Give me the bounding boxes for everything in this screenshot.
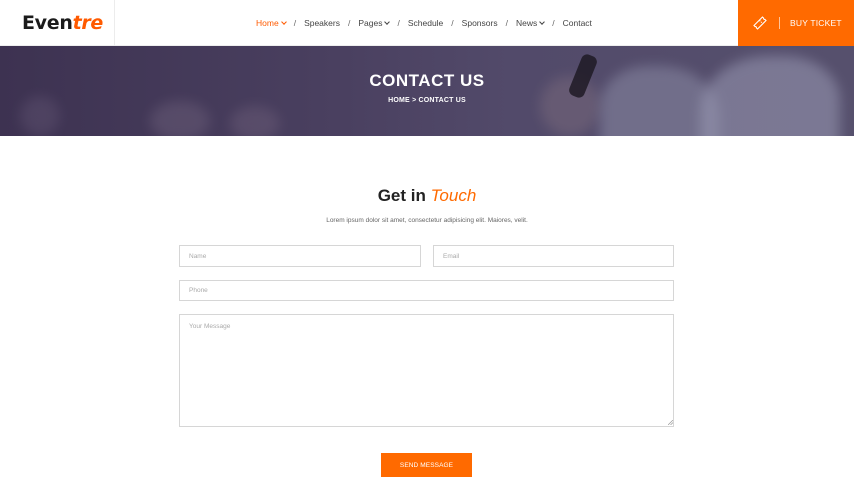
nav-separator: /	[293, 18, 297, 28]
nav-separator: /	[347, 18, 351, 28]
banner-speaker-silhouette	[700, 56, 840, 136]
resize-grip-icon[interactable]	[668, 420, 673, 425]
nav-label: Speakers	[304, 18, 340, 28]
message-field[interactable]	[179, 314, 674, 427]
nav-label: Schedule	[407, 18, 444, 28]
nav-separator: /	[552, 18, 555, 28]
buy-ticket-label: BUY TICKET	[790, 18, 842, 28]
main-nav: Home / Speakers / Pages / Schedule / Spo…	[256, 0, 592, 46]
ticket-icon	[753, 16, 767, 30]
breadcrumb: HOME > CONTACT US	[0, 97, 854, 104]
nav-label: Home	[256, 18, 279, 28]
nav-separator: /	[451, 18, 454, 28]
nav-separator: /	[505, 18, 508, 28]
nav-label: Contact	[562, 18, 592, 28]
logo-accent-text: tre	[72, 12, 104, 34]
banner-bokeh	[150, 101, 210, 136]
nav-item-speakers[interactable]: Speakers	[304, 18, 340, 28]
send-message-button[interactable]: SEND MESSAGE	[381, 453, 472, 477]
section-title-accent: Touch	[430, 186, 477, 205]
nav-item-pages[interactable]: Pages	[358, 18, 391, 28]
logo-main-text: Even	[22, 12, 73, 34]
site-logo[interactable]: Eventre	[22, 12, 103, 34]
breadcrumb-home[interactable]: HOME	[388, 97, 410, 104]
nav-label: Pages	[358, 18, 383, 28]
site-header: Eventre Home / Speakers / Pages / Schedu…	[0, 0, 854, 46]
nav-item-schedule[interactable]: Schedule	[408, 18, 443, 28]
section-subtitle: Lorem ipsum dolor sit amet, consectetur …	[326, 217, 528, 224]
nav-label: News	[515, 18, 538, 28]
cta-divider	[779, 17, 780, 29]
nav-separator: /	[397, 18, 400, 28]
phone-field[interactable]	[179, 280, 674, 301]
logo-container: Eventre	[0, 0, 115, 46]
banner-bokeh	[230, 106, 280, 136]
chevron-down-icon	[280, 19, 287, 25]
buy-ticket-button[interactable]: BUY TICKET	[738, 0, 854, 46]
nav-label: Sponsors	[461, 18, 498, 28]
chevron-down-icon	[384, 19, 391, 25]
nav-item-contact[interactable]: Contact	[563, 18, 592, 28]
page-banner: CONTACT US HOME > CONTACT US	[0, 46, 854, 136]
breadcrumb-current: CONTACT US	[418, 97, 466, 104]
section-title: Get in Touch	[0, 186, 854, 206]
email-field[interactable]	[433, 245, 674, 267]
page-title: CONTACT US	[369, 71, 485, 90]
chevron-down-icon	[539, 19, 546, 25]
nav-item-news[interactable]: News	[515, 18, 546, 28]
nav-item-home[interactable]: Home	[256, 18, 287, 28]
breadcrumb-separator: >	[412, 97, 417, 104]
section-title-plain: Get in	[377, 186, 426, 205]
nav-item-sponsors[interactable]: Sponsors	[462, 18, 498, 28]
name-field[interactable]	[179, 245, 421, 267]
